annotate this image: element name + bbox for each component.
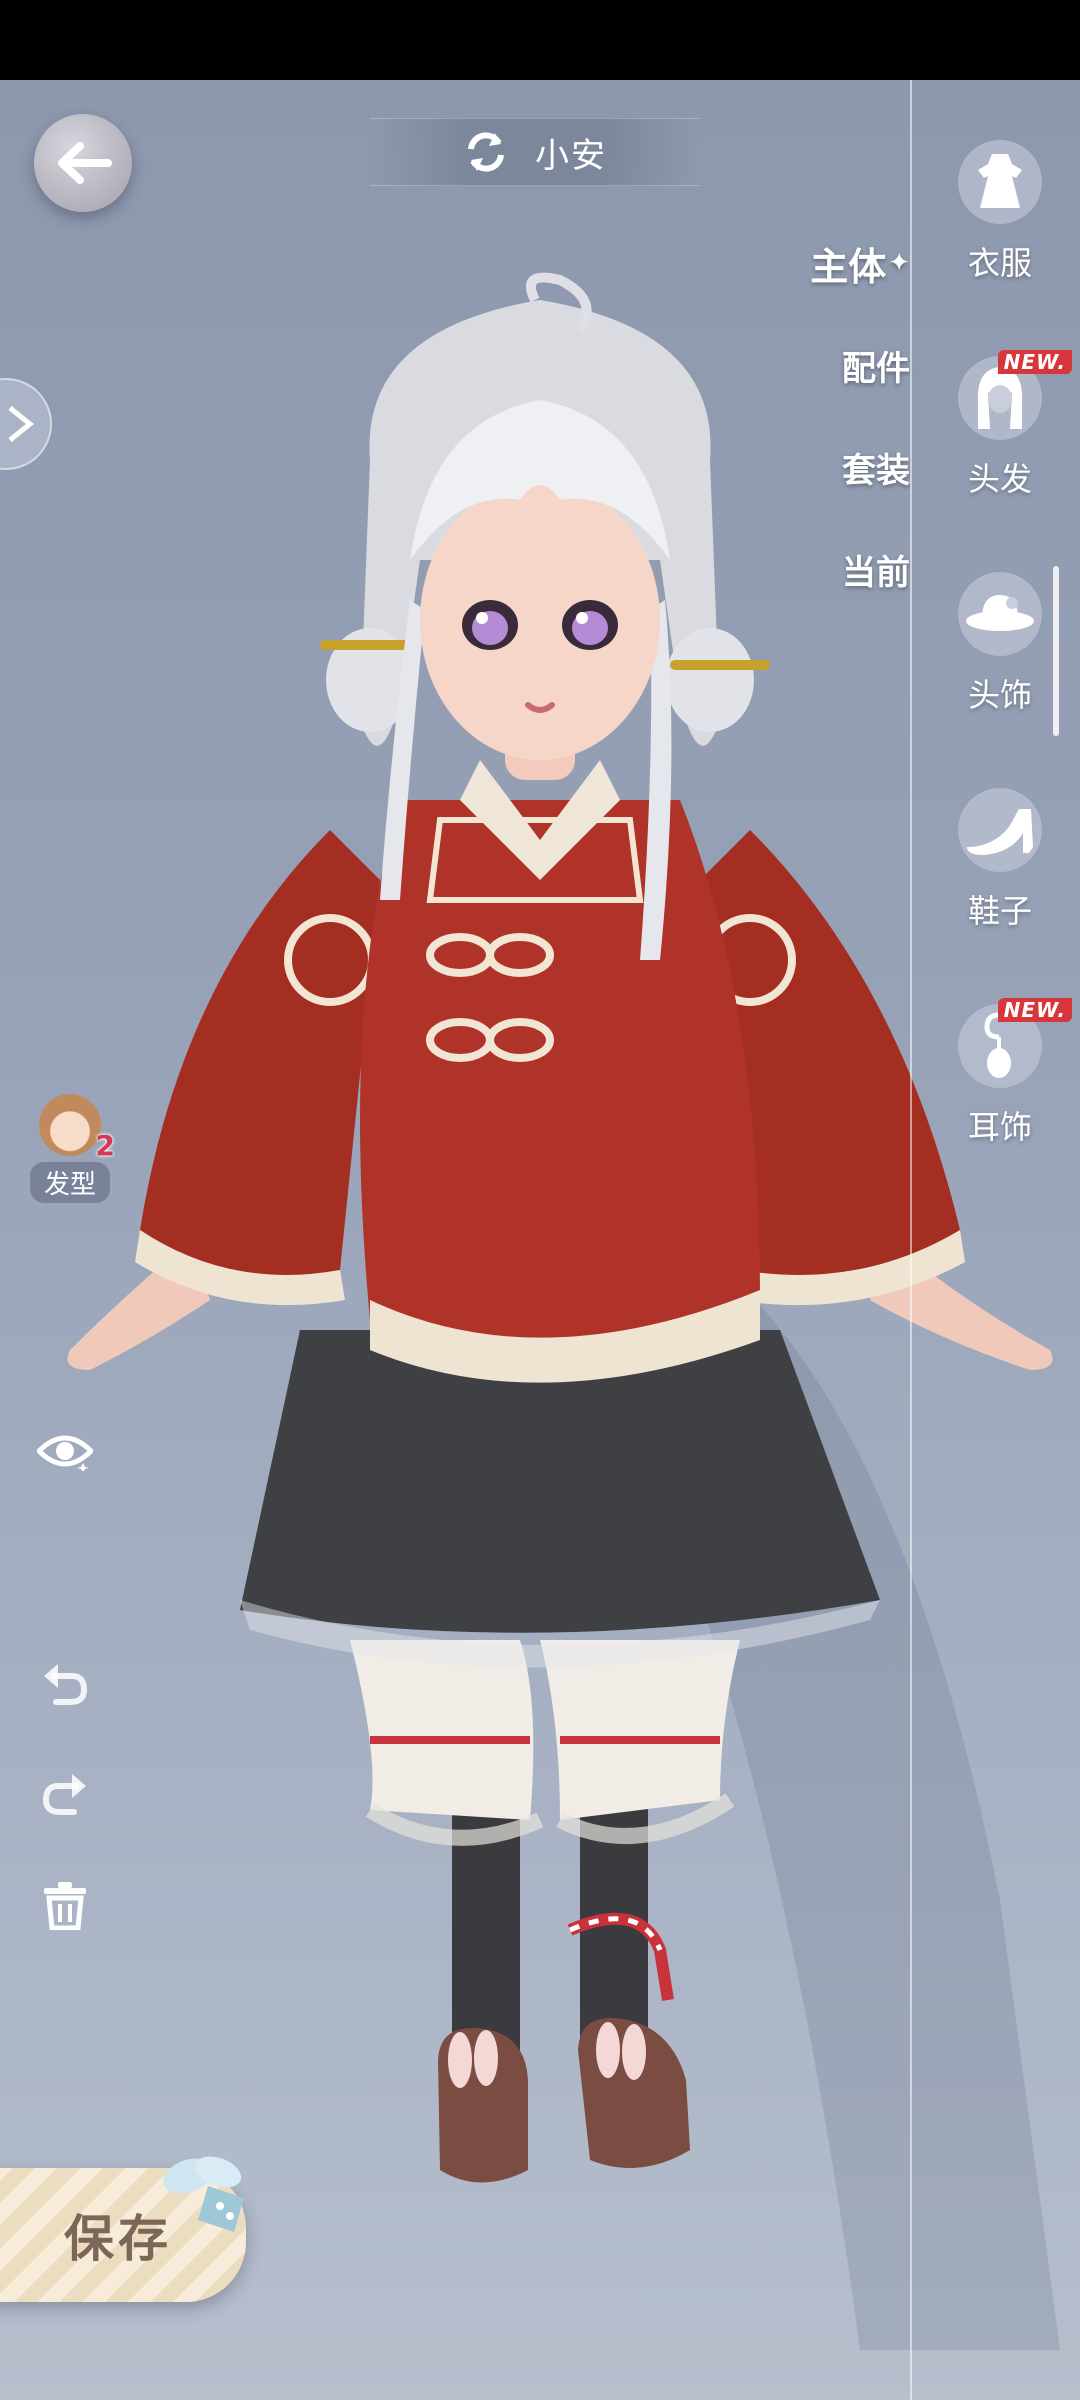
- hairstyle-selector[interactable]: 2 发型: [20, 1094, 120, 1203]
- tab-main-label: 主体: [810, 244, 887, 289]
- character-name-bar[interactable]: 小安: [370, 118, 700, 186]
- panel-divider: [910, 80, 912, 2400]
- character-model: [67, 272, 1060, 2350]
- side-expand-button[interactable]: [0, 378, 52, 470]
- eye-icon: [37, 1435, 93, 1471]
- redo-icon: [42, 1774, 86, 1815]
- back-button[interactable]: [34, 114, 132, 212]
- undo-icon: [44, 1664, 88, 1705]
- redo-button[interactable]: [30, 1760, 100, 1830]
- wardrobe-item-shoes[interactable]: 鞋子: [920, 788, 1080, 1004]
- tab-outfits[interactable]: 套装: [790, 416, 910, 518]
- panel-scrollbar[interactable]: [1053, 566, 1059, 736]
- tab-outfits-label: 套装: [842, 450, 910, 491]
- gift-decoration-icon: [162, 2156, 244, 2232]
- trash-icon: [44, 1882, 86, 1930]
- tab-accessories[interactable]: 配件: [790, 314, 910, 416]
- new-badge: NEW.: [997, 998, 1072, 1022]
- save-button[interactable]: 保存: [0, 2156, 246, 2302]
- category-tabs: 主体 ✦ 配件 套装 当前: [790, 212, 910, 620]
- tab-current[interactable]: 当前: [790, 518, 910, 620]
- tab-current-label: 当前: [842, 552, 910, 593]
- tab-accessories-label: 配件: [842, 348, 910, 389]
- wardrobe-item-label: 耳饰: [967, 1108, 1032, 1146]
- new-badge: NEW.: [997, 350, 1072, 374]
- undo-button[interactable]: [30, 1650, 100, 1720]
- wardrobe-item-label: 鞋子: [967, 892, 1032, 930]
- status-bar: [0, 0, 1080, 80]
- dress-icon: [958, 140, 1042, 224]
- tab-main[interactable]: 主体 ✦: [790, 212, 910, 314]
- hat-icon: [958, 572, 1042, 656]
- sparkle-icon: ✦: [888, 248, 910, 278]
- wardrobe-item-label: 头饰: [967, 676, 1032, 714]
- hairstyle-label: 发型: [29, 1162, 110, 1203]
- switch-icon[interactable]: [463, 129, 509, 175]
- wardrobe-item-earrings[interactable]: NEW. 耳饰: [920, 998, 1080, 1220]
- delete-button[interactable]: [30, 1870, 100, 1940]
- chevron-right-icon: [8, 406, 35, 442]
- wardrobe-item-label: 头发: [967, 460, 1032, 498]
- character-name: 小安: [535, 135, 607, 176]
- wardrobe-item-hair[interactable]: NEW. 头发: [920, 350, 1080, 572]
- wardrobe-item-label: 衣服: [967, 244, 1032, 282]
- wardrobe-item-clothes[interactable]: 衣服: [920, 140, 1080, 356]
- eye-toggle-button[interactable]: [30, 1416, 100, 1486]
- hairstyle-avatar: 2: [39, 1094, 115, 1162]
- back-arrow-icon: [58, 142, 112, 184]
- shoe-icon: [958, 788, 1042, 872]
- hairstyle-count: 2: [95, 1129, 115, 1162]
